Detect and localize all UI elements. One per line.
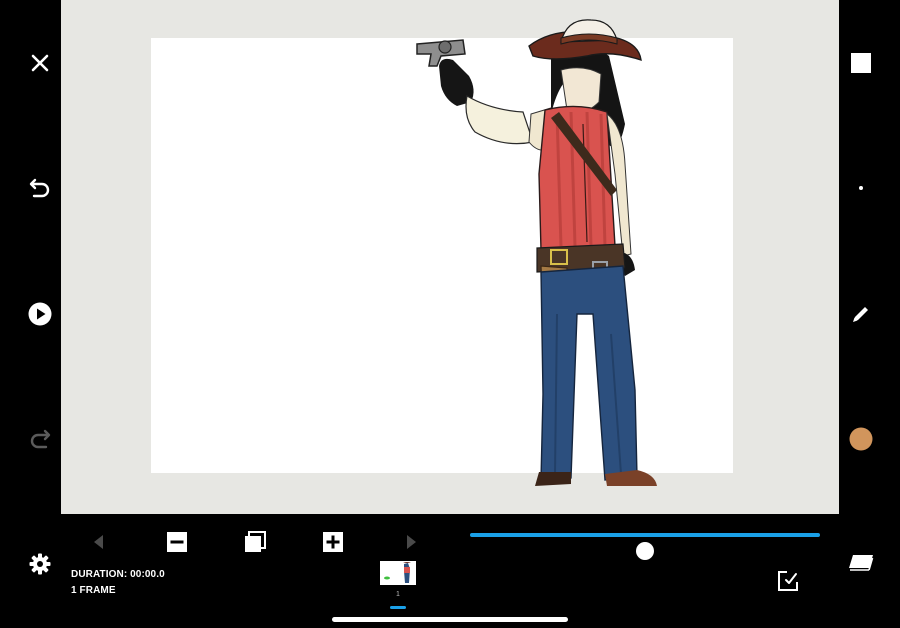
close-icon xyxy=(31,54,49,72)
pencil-icon xyxy=(853,307,868,322)
close-button[interactable] xyxy=(22,45,58,81)
layers-button[interactable] xyxy=(843,546,879,582)
play-icon xyxy=(28,302,52,326)
frame-thumbnail[interactable] xyxy=(380,561,416,585)
frame-number: 1 xyxy=(396,591,400,598)
next-frame-button[interactable] xyxy=(393,524,429,560)
duplicate-frame-button[interactable] xyxy=(237,524,273,560)
right-toolbar xyxy=(839,0,900,608)
export-icon xyxy=(778,571,798,591)
brush-shape-button[interactable] xyxy=(843,45,879,81)
remove-frame-icon xyxy=(167,532,187,552)
animation-info: DURATION: 00:00.0 1 FRAME xyxy=(71,567,165,599)
redo-icon xyxy=(30,429,51,449)
prev-frame-icon xyxy=(94,535,103,549)
settings-button[interactable] xyxy=(22,546,58,582)
layers-icon xyxy=(849,555,874,571)
timeline-slider[interactable] xyxy=(470,533,820,560)
workspace xyxy=(61,0,839,514)
undo-button[interactable] xyxy=(22,170,58,206)
duration-label: DURATION: 00:00.0 xyxy=(71,569,165,580)
timeline-panel: DURATION: 00:00.0 1 FRAME 1 xyxy=(61,514,839,609)
play-button[interactable] xyxy=(22,296,58,332)
left-toolbar xyxy=(0,0,61,608)
prev-frame-button[interactable] xyxy=(81,524,117,560)
current-frame-indicator xyxy=(390,606,406,609)
redo-button[interactable] xyxy=(22,421,58,457)
duplicate-frame-icon xyxy=(245,531,266,552)
export-button[interactable] xyxy=(773,566,803,596)
add-frame-icon xyxy=(323,532,343,552)
add-frame-button[interactable] xyxy=(315,524,351,560)
brush-size-button[interactable] xyxy=(843,170,879,206)
home-indicator[interactable] xyxy=(332,617,568,622)
square-brush-icon xyxy=(851,53,871,73)
pencil-tool-button[interactable] xyxy=(843,296,879,332)
color-picker-button[interactable] xyxy=(843,421,879,457)
gear-icon xyxy=(29,553,51,575)
color-swatch-icon xyxy=(849,427,873,451)
next-frame-icon xyxy=(407,535,416,549)
cowboy-drawing xyxy=(416,19,657,486)
frame-thumbnail-preview xyxy=(380,561,416,585)
frame-count-label: 1 FRAME xyxy=(71,585,116,596)
undo-icon xyxy=(29,178,50,198)
remove-frame-button[interactable] xyxy=(159,524,195,560)
dot-brush-size-icon xyxy=(859,186,863,190)
timeline-slider-knob[interactable] xyxy=(636,542,654,560)
